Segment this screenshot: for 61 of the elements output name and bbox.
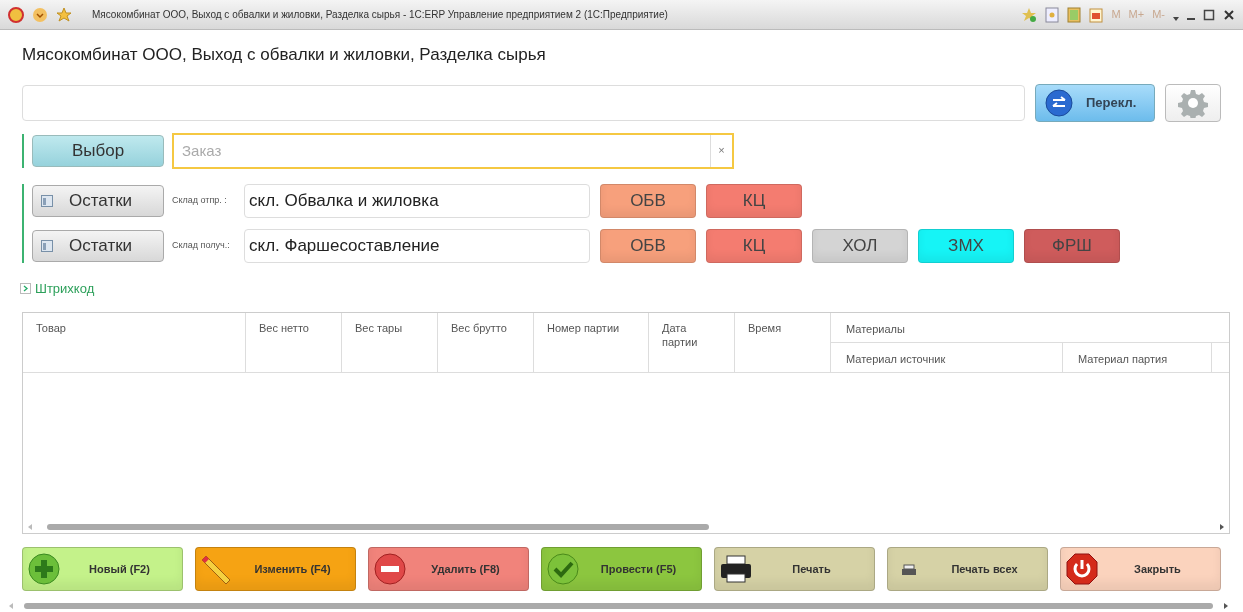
scroll-left-icon bbox=[27, 523, 33, 532]
minimize-icon bbox=[1187, 17, 1195, 20]
action-button[interactable]: Новый (F2) bbox=[22, 547, 183, 592]
warehouse-quick-button[interactable]: ЗМХ bbox=[918, 228, 1014, 263]
switch-button[interactable]: Перекл. bbox=[1035, 83, 1155, 122]
check-icon bbox=[546, 552, 580, 587]
balances-button[interactable]: Остатки bbox=[32, 229, 164, 262]
column-header[interactable]: Время bbox=[748, 321, 817, 335]
plus-icon bbox=[27, 552, 61, 587]
maximize-icon bbox=[1203, 7, 1215, 22]
warehouse-field[interactable]: скл. Обвалка и жиловка bbox=[244, 183, 590, 218]
scrollbar-thumb[interactable] bbox=[24, 603, 1213, 610]
star-icon bbox=[56, 6, 72, 23]
warehouse-quick-button[interactable]: ОБВ bbox=[600, 228, 696, 263]
settings-icon bbox=[1178, 87, 1208, 118]
warehouse-quick-button[interactable]: ОБВ bbox=[600, 183, 696, 218]
dropdown-icon bbox=[1173, 16, 1179, 21]
column-header[interactable]: Вес нетто bbox=[259, 321, 328, 335]
close-icon bbox=[1223, 7, 1235, 22]
form-heading: Мясокомбинат ООО, Выход с обвалки и жиловки, Разделка сырья bbox=[22, 44, 547, 66]
balances-button[interactable]: Остатки bbox=[32, 184, 164, 217]
action-button[interactable]: Печать bbox=[714, 547, 875, 592]
field-label: Склад отпр. : bbox=[172, 193, 228, 207]
expand-icon bbox=[20, 282, 31, 294]
clear-button[interactable]: × bbox=[710, 134, 732, 167]
table-icon bbox=[41, 194, 53, 207]
scroll-left-icon bbox=[8, 602, 14, 611]
document-icon bbox=[1045, 6, 1060, 23]
field-label: Склад получ.: bbox=[172, 238, 231, 252]
scroll-right-icon bbox=[1223, 602, 1229, 611]
scroll-right-icon bbox=[1219, 523, 1225, 532]
column-header[interactable]: Вес брутто bbox=[451, 321, 520, 335]
favorite-star-icon bbox=[1021, 6, 1038, 23]
column-header[interactable]: Номер партии bbox=[547, 321, 635, 335]
action-button[interactable]: Изменить (F4) bbox=[195, 547, 356, 592]
column-header[interactable]: Товар bbox=[36, 321, 232, 335]
menu-circle-icon bbox=[32, 6, 48, 23]
action-button[interactable]: Провести (F5) bbox=[541, 547, 702, 592]
action-button[interactable]: Удалить (F8) bbox=[368, 547, 529, 592]
column-header[interactable]: Материал партия bbox=[1078, 353, 1168, 365]
table-icon bbox=[41, 239, 53, 252]
order-field[interactable]: Заказ × bbox=[172, 132, 734, 169]
power-icon bbox=[1065, 552, 1099, 587]
choose-button[interactable]: Выбор bbox=[32, 134, 164, 167]
minus-icon bbox=[373, 552, 407, 587]
input-field[interactable] bbox=[22, 84, 1025, 121]
action-button[interactable]: Печать всех bbox=[887, 547, 1048, 592]
settings-button[interactable] bbox=[1165, 83, 1221, 122]
column-header[interactable]: Материал источник bbox=[846, 353, 946, 365]
action-button[interactable]: Закрыть bbox=[1060, 547, 1221, 592]
swap-arrows-icon bbox=[1044, 87, 1074, 118]
warehouse-quick-button[interactable]: КЦ bbox=[706, 228, 802, 263]
app-logo-icon bbox=[8, 6, 24, 23]
column-group-header: Материалы bbox=[846, 323, 905, 335]
column-header[interactable]: Вес тары bbox=[355, 321, 424, 335]
window-title: Мясокомбинат ООО, Выход с обвалки и жиловки, Разделка сырья - 1С:ERP Управление предприятием 2 (1С:Предприятие) bbox=[92, 8, 668, 22]
column-header[interactable]: Дата партии bbox=[662, 321, 721, 349]
warehouse-quick-button[interactable]: КЦ bbox=[706, 183, 802, 218]
scrollbar-thumb[interactable] bbox=[47, 524, 709, 531]
warehouse-quick-button[interactable]: ХОЛ bbox=[812, 228, 908, 263]
warehouse-field[interactable]: скл. Фаршесоставление bbox=[244, 228, 590, 263]
